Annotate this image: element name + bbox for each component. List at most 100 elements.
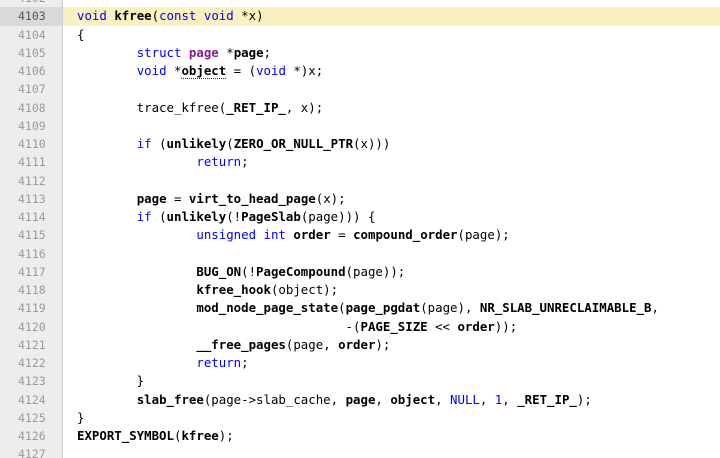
code-token: slab_free	[136, 391, 204, 407]
line-number: 4103	[0, 7, 62, 26]
code-text[interactable]: slab_free(page->slab_cache, page, object…	[63, 391, 720, 409]
code-text[interactable]: mod_node_page_state(page_pgdat(page), NR…	[63, 299, 720, 317]
line-number: 4112	[18, 173, 46, 188]
code-token: _RET_IP_	[226, 99, 286, 115]
code-token: (page);	[457, 227, 510, 243]
code-token: (	[226, 136, 234, 151]
code-text[interactable]: return;	[63, 153, 720, 171]
code-line[interactable]: 4114 if (unlikely(!PageSlab(page))) {	[0, 208, 720, 226]
code-line[interactable]: 4117 BUG_ON(!PageCompound(page));	[0, 263, 720, 281]
code-line-current[interactable]: 4103 void kfree(const void *x)	[0, 7, 720, 26]
code-line[interactable]: 4120 -(PAGE_SIZE << order));	[0, 318, 720, 336]
code-text[interactable]: unsigned int order = compound_order(page…	[63, 226, 720, 244]
code-token: PageSlab	[241, 209, 301, 224]
line-number: 4125	[18, 410, 46, 425]
code-line[interactable]: 4113 page = virt_to_head_page(x);	[0, 190, 720, 208]
code-text[interactable]: -(PAGE_SIZE << order));	[63, 318, 720, 336]
code-line[interactable]: 4110 if (unlikely(ZERO_OR_NULL_PTR(x)))	[0, 135, 720, 153]
code-token: ,	[479, 391, 495, 407]
code-text[interactable]: EXPORT_SYMBOL(kfree);	[63, 427, 720, 445]
code-line[interactable]: 4127	[0, 445, 720, 458]
code-token: <<	[427, 318, 458, 334]
code-token: (page),	[420, 300, 480, 316]
code-text[interactable]: void *object = (void *)x;	[63, 62, 720, 80]
code-text[interactable]: BUG_ON(!PageCompound(page));	[63, 263, 720, 281]
code-token: void	[203, 8, 234, 24]
code-token: kfree	[181, 428, 219, 443]
code-line[interactable]: 4108 trace_kfree(_RET_IP_, x);	[0, 99, 720, 117]
code-line[interactable]: 4126 EXPORT_SYMBOL(kfree);	[0, 427, 720, 445]
code-text[interactable]: if (unlikely(ZERO_OR_NULL_PTR(x)))	[63, 135, 720, 153]
code-text[interactable]: void kfree(const void *x)	[63, 7, 720, 26]
code-editor[interactable]: 41024103void kfree(const void *x)4104{41…	[0, 0, 720, 458]
code-text[interactable]: trace_kfree(_RET_IP_, x);	[63, 99, 720, 117]
code-line[interactable]: 4112	[0, 172, 720, 190]
code-text[interactable]: if (unlikely(!PageSlab(page))) {	[63, 208, 720, 226]
code-token: virt_to_head_page	[188, 190, 316, 206]
code-token: ,	[435, 391, 451, 407]
code-text[interactable]: page = virt_to_head_page(x);	[63, 190, 720, 208]
code-line[interactable]: 4122 return;	[0, 354, 720, 372]
code-lines[interactable]: 41024103void kfree(const void *x)4104{41…	[0, 0, 720, 458]
code-text[interactable]: }	[63, 372, 720, 390]
code-token: page	[136, 190, 167, 206]
code-text[interactable]: kfree_hook(object);	[63, 281, 720, 299]
code-line[interactable]: 4123 }	[0, 372, 720, 390]
code-text[interactable]: struct page *page;	[63, 44, 720, 62]
code-line[interactable]: 4115 unsigned int order = compound_order…	[0, 226, 720, 244]
code-token: (page));	[345, 263, 406, 279]
code-token: = (	[226, 63, 257, 78]
code-token: page	[188, 44, 219, 60]
code-token: =	[166, 190, 189, 206]
code-token: kfree	[114, 8, 152, 24]
line-number: 4119	[18, 301, 46, 316]
code-text[interactable]: {	[63, 26, 720, 44]
code-token: const	[159, 8, 197, 24]
code-token: =	[330, 227, 354, 243]
code-text[interactable]: __free_pages(page, order);	[63, 336, 720, 354]
code-text[interactable]	[63, 245, 720, 263]
code-token: trace_kfree(	[77, 99, 227, 115]
code-line[interactable]: 4118 kfree_hook(object);	[0, 281, 720, 299]
code-line[interactable]: 4104 {	[0, 26, 720, 44]
code-token: (!	[226, 209, 242, 224]
code-token: );	[375, 336, 391, 352]
code-line[interactable]: 4121 __free_pages(page, order);	[0, 336, 720, 354]
code-token: void	[77, 8, 107, 24]
code-line[interactable]: 4109	[0, 117, 720, 135]
code-text[interactable]	[63, 445, 720, 458]
code-line[interactable]: 4116	[0, 245, 720, 263]
line-number: 4117	[18, 264, 46, 279]
code-line[interactable]: 4102	[0, 0, 720, 7]
code-token: *	[166, 63, 182, 78]
code-token: NULL	[450, 391, 480, 407]
line-number: 4121	[18, 337, 46, 352]
code-token: ,	[502, 391, 518, 407]
code-token: );	[576, 391, 592, 407]
line-number: 4104	[18, 27, 46, 42]
code-line[interactable]: 4105 struct page *page;	[0, 44, 720, 62]
code-text[interactable]	[63, 0, 720, 7]
code-text[interactable]	[63, 117, 720, 135]
code-text[interactable]	[63, 80, 720, 98]
code-token: mod_node_page_state	[196, 300, 339, 316]
code-text[interactable]: }	[63, 409, 720, 427]
code-line[interactable]: 4125}	[0, 409, 720, 427]
code-token: (x);	[315, 190, 346, 206]
code-token: BUG_ON	[196, 263, 242, 279]
code-token: unsigned	[196, 227, 257, 243]
code-line[interactable]: 4106 void *object = (void *)x;	[0, 62, 720, 80]
code-token: page	[345, 391, 376, 407]
code-text[interactable]	[63, 172, 720, 190]
code-token: {	[77, 26, 85, 42]
code-token: PageCompound	[256, 263, 346, 279]
code-line[interactable]: 4119 mod_node_page_state(page_pgdat(page…	[0, 299, 720, 317]
code-line[interactable]: 4111 return;	[0, 153, 720, 171]
code-line[interactable]: 4124 slab_free(page->slab_cache, page, o…	[0, 391, 720, 409]
code-text[interactable]: return;	[63, 354, 720, 372]
code-line[interactable]: 4107	[0, 80, 720, 98]
code-token: ));	[494, 318, 518, 334]
